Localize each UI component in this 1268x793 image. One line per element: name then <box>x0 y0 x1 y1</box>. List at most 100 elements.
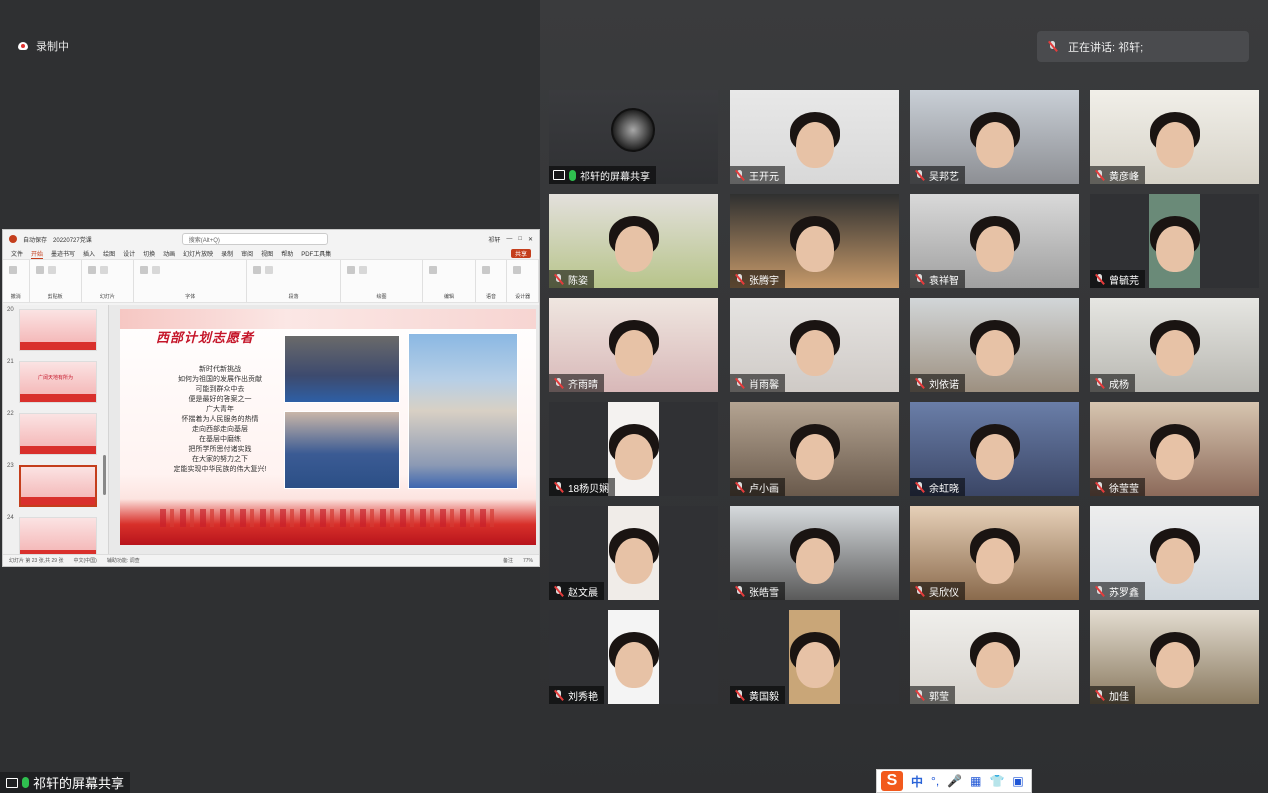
maximize-icon[interactable]: □ <box>518 236 522 242</box>
file-name[interactable]: 20220727党课 <box>53 235 92 244</box>
participant-name: 刘秀艳 <box>568 691 598 703</box>
participant-tile[interactable]: 徐莹莹 <box>1090 402 1259 496</box>
mic-active-icon <box>22 777 29 788</box>
participant-tile[interactable]: 郭莹 <box>910 610 1079 704</box>
participant-tile[interactable]: 卢小画 <box>730 402 899 496</box>
mic-muted-icon <box>914 377 925 389</box>
tab-design[interactable]: 设计 <box>123 249 135 258</box>
person-face <box>976 330 1014 376</box>
voice-input-icon[interactable]: 🎤 <box>947 774 962 788</box>
ribbon-group-clipboard[interactable]: 剪贴板 <box>30 260 82 302</box>
autosave-label[interactable]: 自动保存 <box>23 235 47 244</box>
slide-thumb[interactable]: 24 <box>7 515 103 554</box>
participant-tile[interactable]: 齐雨晴 <box>549 298 718 392</box>
participant-tile[interactable]: 苏罗鑫 <box>1090 506 1259 600</box>
slide-thumbnail-pane[interactable]: 20 21 广阔天地有所为 22 23 24 <box>3 305 109 554</box>
recording-label: 录制中 <box>36 41 69 53</box>
tab-pdf[interactable]: PDF工具集 <box>301 249 331 258</box>
person-face <box>615 226 653 272</box>
skin-icon[interactable]: 👕 <box>989 774 1004 788</box>
tab-insert[interactable]: 插入 <box>83 249 95 258</box>
person-face <box>796 642 834 688</box>
ribbon-group-editing[interactable]: 编辑 <box>423 260 476 302</box>
participant-name-label: 黄彦峰 <box>1090 166 1145 184</box>
tab-file[interactable]: 文件 <box>11 249 23 258</box>
tab-record[interactable]: 录制 <box>221 249 233 258</box>
tab-slideshow[interactable]: 幻灯片放映 <box>183 249 213 258</box>
ribbon-group-paragraph[interactable]: 段落 <box>247 260 341 302</box>
person-face <box>976 122 1014 168</box>
tab-transitions[interactable]: 切换 <box>143 249 155 258</box>
tab-review[interactable]: 审阅 <box>241 249 253 258</box>
mic-muted-icon <box>914 481 925 493</box>
mic-muted-icon <box>1094 585 1105 597</box>
slide-thumb[interactable]: 20 <box>7 307 103 353</box>
recording-indicator[interactable]: 录制中 <box>16 38 69 54</box>
participant-tile[interactable]: 陈姿 <box>549 194 718 288</box>
minimize-icon[interactable]: — <box>506 236 512 242</box>
ribbon-group-voice[interactable]: 语音 <box>476 260 508 302</box>
powerpoint-logo-icon <box>9 235 17 243</box>
thumb-scrollbar[interactable] <box>103 455 106 495</box>
active-speaker-indicator: 正在讲话: 祁轩; <box>1037 31 1249 62</box>
participant-tile[interactable]: 黄彦峰 <box>1090 90 1259 184</box>
slide-thumb[interactable]: 21 广阔天地有所为 <box>7 359 103 405</box>
ribbon-group-slides[interactable]: 幻灯片 <box>82 260 134 302</box>
mic-muted-icon <box>734 481 745 493</box>
tab-home[interactable]: 开始 <box>31 249 44 259</box>
toolbox-icon[interactable]: ▣ <box>1012 774 1023 788</box>
ppt-share-button[interactable]: 共享 <box>510 249 531 258</box>
slide-thumb[interactable]: 22 <box>7 411 103 457</box>
mic-muted-icon <box>914 169 925 181</box>
tab-help[interactable]: 帮助 <box>281 249 293 258</box>
ribbon-group-drawing[interactable]: 绘图 <box>341 260 424 302</box>
participant-tile[interactable]: 张腾宇 <box>730 194 899 288</box>
participant-tile[interactable]: 加佳 <box>1090 610 1259 704</box>
participant-name-label: 祁轩的屏幕共享 <box>549 166 656 184</box>
screen-share-icon <box>6 777 18 788</box>
participant-tile[interactable]: 吴欣仪 <box>910 506 1079 600</box>
participant-tile[interactable]: 张皓雪 <box>730 506 899 600</box>
punctuation-icon[interactable]: °, <box>931 774 939 788</box>
participant-tile[interactable]: 成杨 <box>1090 298 1259 392</box>
keyboard-icon[interactable]: ▦ <box>970 774 981 788</box>
tab-animations[interactable]: 动画 <box>163 249 175 258</box>
mic-muted-icon <box>1094 689 1105 701</box>
participant-tile[interactable]: 18杨贝娴 <box>549 402 718 496</box>
zoom-level[interactable]: 77% <box>523 558 533 564</box>
tab-ink[interactable]: 墨迹书写 <box>51 249 75 258</box>
slide-thumb-selected[interactable]: 23 <box>7 463 103 509</box>
new-slide-icon <box>87 266 96 274</box>
participant-tile[interactable]: 肖雨馨 <box>730 298 899 392</box>
align-icon <box>265 266 274 274</box>
participant-tile[interactable]: 吴邦艺 <box>910 90 1079 184</box>
participant-name-label: 黄国毅 <box>730 686 785 704</box>
person-face <box>1156 330 1194 376</box>
screen-share-badge[interactable]: 祁轩的屏幕共享 <box>0 772 131 793</box>
ribbon-group-font[interactable]: 字体 <box>134 260 248 302</box>
participant-name: 吴欣仪 <box>929 587 959 599</box>
current-slide[interactable]: 西部计划志愿者 新时代新挑战 如何为祖国的发展作出贡献 可能到群众中去 便是最好… <box>120 309 536 545</box>
ribbon-group-undo[interactable]: 撤消 <box>3 260 30 302</box>
avatar <box>611 108 655 152</box>
person-face <box>615 538 653 584</box>
ime-toolbar[interactable]: S 中 °, 🎤 ▦ 👕 ▣ <box>876 769 1032 793</box>
mic-muted-icon <box>734 273 745 285</box>
screen-share-tile[interactable]: 祁轩的屏幕共享 <box>549 90 718 184</box>
participant-tile[interactable]: 袁祥智 <box>910 194 1079 288</box>
participant-tile[interactable]: 曾毓芫 <box>1090 194 1259 288</box>
ppt-search-input[interactable]: 搜索(Alt+Q) <box>181 233 328 245</box>
participant-tile[interactable]: 刘依诺 <box>910 298 1079 392</box>
participant-tile[interactable]: 余虹晓 <box>910 402 1079 496</box>
ribbon-group-designer[interactable]: 设计器 <box>507 260 540 302</box>
person-face <box>1156 538 1194 584</box>
participant-tile[interactable]: 黄国毅 <box>730 610 899 704</box>
participant-tile[interactable]: 赵文晨 <box>549 506 718 600</box>
participant-name: 赵文晨 <box>568 587 598 599</box>
close-icon[interactable]: ✕ <box>528 236 533 243</box>
tab-draw[interactable]: 绘图 <box>103 249 115 258</box>
tab-view[interactable]: 视图 <box>261 249 273 258</box>
participant-tile[interactable]: 刘秀艳 <box>549 610 718 704</box>
participant-tile[interactable]: 王开元 <box>730 90 899 184</box>
ime-mode[interactable]: 中 <box>911 773 923 790</box>
